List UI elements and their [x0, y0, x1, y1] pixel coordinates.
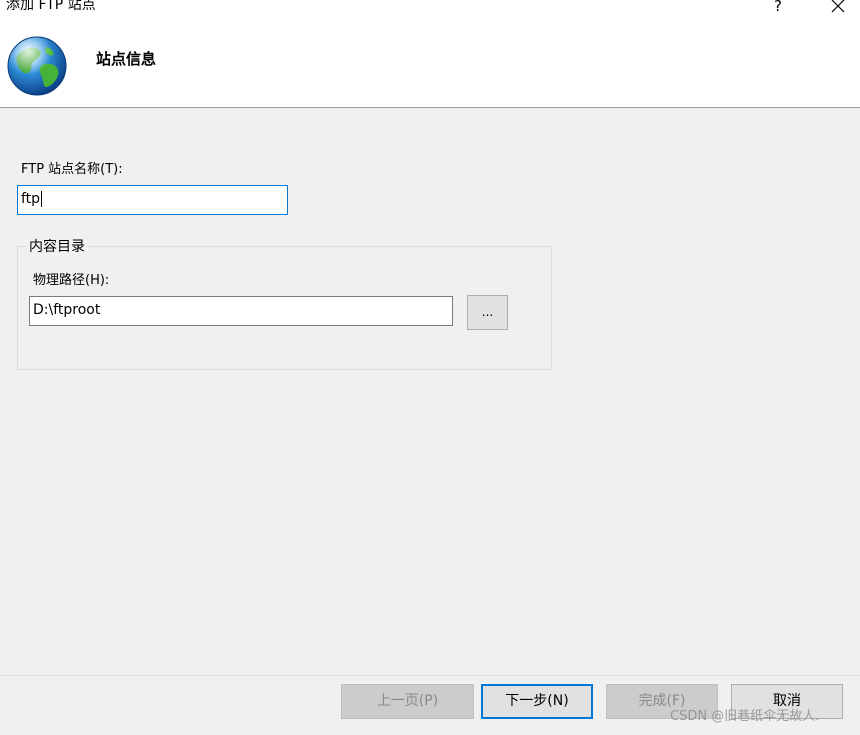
page-title: 站点信息	[96, 50, 157, 68]
site-name-label: FTP 站点名称(T):	[21, 162, 123, 177]
browse-button[interactable]: ...	[467, 295, 508, 330]
title-bar: 添加 FTP 站点 ?	[0, 0, 860, 20]
globe-icon	[7, 36, 67, 96]
physical-path-label: 物理路径(H):	[33, 273, 110, 288]
previous-button[interactable]: 上一页(P)	[341, 684, 474, 719]
watermark: CSDN @旧巷纸伞无故人.	[670, 709, 820, 724]
close-icon	[831, 0, 845, 13]
next-button[interactable]: 下一步(N)	[481, 684, 593, 719]
help-button[interactable]: ?	[760, 0, 796, 17]
close-button[interactable]	[820, 0, 856, 17]
wizard-header: 站点信息	[0, 20, 860, 108]
site-name-input[interactable]: ftp	[17, 185, 288, 215]
window-title: 添加 FTP 站点	[6, 0, 96, 13]
site-name-value: ftp	[21, 191, 41, 207]
text-caret	[41, 191, 43, 207]
content-directory-label: 内容目录	[26, 238, 88, 256]
physical-path-input[interactable]: D:\ftproot	[29, 296, 453, 326]
